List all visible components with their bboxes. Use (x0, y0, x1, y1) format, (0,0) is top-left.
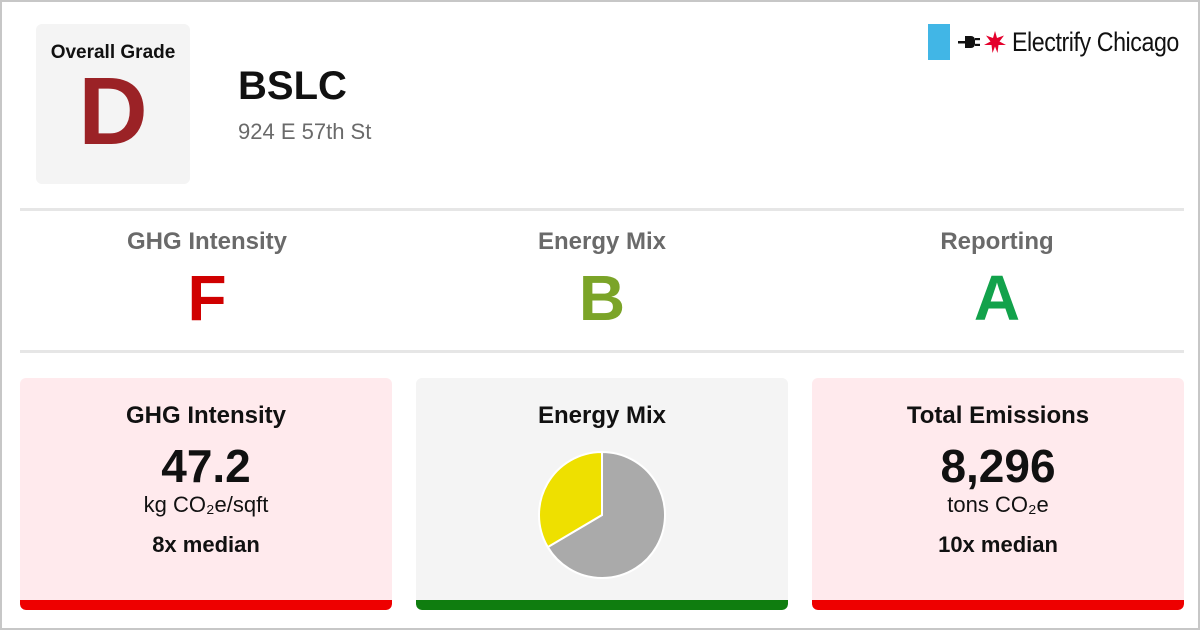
divider (20, 208, 1184, 211)
plug-icon (958, 36, 980, 48)
status-bar (20, 600, 392, 610)
subgrade-ghg-intensity: GHG Intensity F (12, 228, 402, 330)
subgrade-label: Energy Mix (537, 228, 667, 255)
total-emissions-median: 10x median (938, 532, 1058, 557)
ghg-intensity-value: 47.2 (161, 440, 251, 492)
building-address: 924 E 57th St (238, 119, 372, 144)
card-title: Total Emissions (906, 402, 1090, 429)
subgrade-letter: A (973, 262, 1021, 334)
status-bar (812, 600, 1184, 610)
star-icon (984, 31, 1006, 53)
total-emissions-card: Total Emissions 8,296 tons CO₂e 10x medi… (812, 378, 1184, 610)
total-emissions-value: 8,296 (940, 440, 1056, 492)
subgrade-letter: F (187, 262, 227, 334)
ghg-intensity-card: GHG Intensity 47.2 kg CO₂e/sqft 8x media… (20, 378, 392, 610)
subgrade-label: Reporting (940, 228, 1054, 255)
energy-mix-pie-chart (538, 450, 666, 579)
energy-mix-card: Energy Mix (416, 378, 788, 610)
card-title: Energy Mix (537, 402, 667, 429)
status-bar (416, 600, 788, 610)
ghg-intensity-median: 8x median (152, 532, 260, 557)
brand-logo[interactable]: Electrify Chicago (928, 24, 1179, 60)
card-title: GHG Intensity (125, 402, 287, 429)
subgrade-label: GHG Intensity (126, 228, 288, 255)
subgrade-letter: B (578, 262, 626, 334)
ghg-intensity-unit: kg CO₂e/sqft (143, 492, 269, 517)
total-emissions-unit: tons CO₂e (947, 492, 1049, 517)
overall-grade-box: Overall Grade D (36, 24, 190, 184)
brand-name: Electrify Chicago (1012, 26, 1179, 57)
subgrade-energy-mix: Energy Mix B (407, 228, 797, 330)
building-name: BSLC (238, 64, 347, 108)
subgrade-reporting: Reporting A (802, 228, 1192, 330)
card-frame: Overall Grade D BSLC 924 E 57th St Elect… (0, 0, 1200, 630)
flag-bar-icon (928, 24, 950, 60)
divider (20, 350, 1184, 353)
overall-grade-letter: D (78, 58, 148, 165)
